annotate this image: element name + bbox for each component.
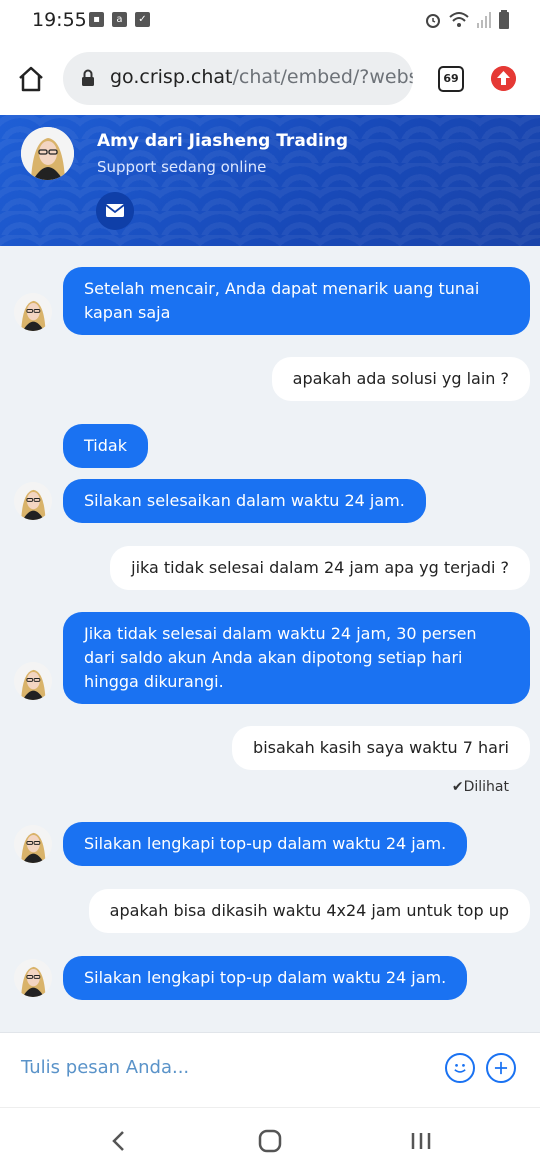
address-bar[interactable]: go.crisp.chat/chat/embed/?website bbox=[63, 52, 413, 105]
status-time: 19:55 bbox=[32, 9, 87, 31]
agent-avatar bbox=[21, 127, 74, 180]
status-bar: 19:55 ▪ a ✓ bbox=[0, 0, 540, 42]
message-composer: Tulis pesan Anda... bbox=[0, 1032, 540, 1108]
update-icon[interactable] bbox=[491, 66, 516, 91]
back-icon[interactable] bbox=[104, 1126, 134, 1156]
chat-messages[interactable]: Setelah mencair, Anda dapat menarik uang… bbox=[0, 246, 540, 1032]
agent-avatar-small bbox=[14, 825, 52, 863]
check-icon: ✔ bbox=[451, 779, 464, 795]
user-message: apakah ada solusi yg lain ? bbox=[271, 357, 530, 401]
agent-message: Setelah mencair, Anda dapat menarik uang… bbox=[63, 267, 530, 335]
lock-icon bbox=[82, 69, 94, 86]
agent-message: Tidak bbox=[63, 424, 148, 468]
recent-apps-icon[interactable] bbox=[406, 1126, 436, 1156]
agent-message: Silakan lengkapi top-up dalam waktu 24 j… bbox=[63, 822, 468, 866]
agent-message: Jika tidak selesai dalam waktu 24 jam, 3… bbox=[63, 612, 530, 704]
signal-icon bbox=[477, 12, 491, 28]
alarm-icon bbox=[426, 14, 440, 28]
user-message: bisakah kasih saya waktu 7 hari bbox=[232, 726, 530, 770]
agent-message: Silakan lengkapi top-up dalam waktu 24 j… bbox=[63, 956, 468, 1000]
agent-avatar-small bbox=[14, 482, 52, 520]
wifi-icon bbox=[449, 12, 469, 27]
home-nav-icon[interactable] bbox=[255, 1126, 285, 1156]
battery-icon bbox=[499, 10, 509, 29]
browser-toolbar: go.crisp.chat/chat/embed/?website 69 bbox=[0, 42, 540, 115]
agent-name: Amy dari Jiasheng Trading bbox=[97, 131, 349, 151]
plus-icon[interactable] bbox=[486, 1053, 516, 1083]
emoji-icon[interactable] bbox=[445, 1053, 475, 1083]
notification-icon: a bbox=[112, 12, 127, 27]
image-icon: ▪ bbox=[89, 12, 104, 27]
agent-status: Support sedang online bbox=[97, 158, 267, 176]
agent-avatar-small bbox=[14, 293, 52, 331]
tab-switcher-button[interactable]: 69 bbox=[438, 66, 464, 92]
email-icon[interactable] bbox=[96, 192, 134, 230]
check-icon: ✓ bbox=[135, 12, 150, 27]
user-message: apakah bisa dikasih waktu 4x24 jam untuk… bbox=[88, 889, 530, 933]
agent-avatar-small bbox=[14, 662, 52, 700]
message-input[interactable]: Tulis pesan Anda... bbox=[21, 1057, 189, 1078]
system-nav-bar bbox=[0, 1107, 540, 1171]
agent-message: Silakan selesaikan dalam waktu 24 jam. bbox=[63, 479, 426, 523]
user-message: jika tidak selesai dalam 24 jam apa yg t… bbox=[110, 546, 530, 590]
home-icon[interactable] bbox=[16, 64, 46, 94]
url-text: go.crisp.chat/chat/embed/?website bbox=[110, 66, 413, 88]
seen-receipt: ✔Dilihat bbox=[451, 779, 509, 795]
chat-header: Amy dari Jiasheng Trading Support sedang… bbox=[0, 115, 540, 246]
agent-avatar-small bbox=[14, 959, 52, 997]
